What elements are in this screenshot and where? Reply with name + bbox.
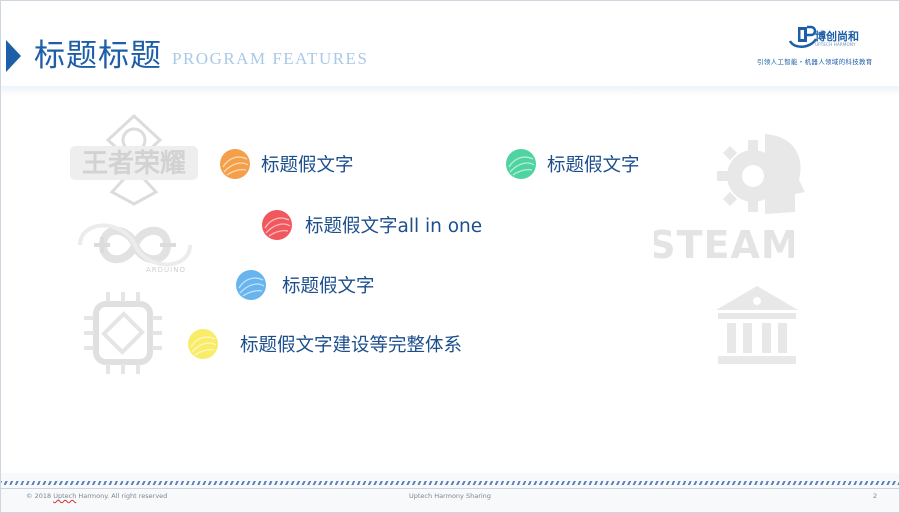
chip-logo [84,292,162,374]
steam-logo: STEAM [654,223,794,266]
brand-name-english: UPTECH HARMONY [815,42,856,47]
footer-copyright: © 2018 Uptech Harmony. All right reserve… [26,492,167,500]
feature-item[interactable]: 标题假文字all in one [260,207,482,243]
orange-scribble-bullet-icon [220,149,250,179]
honor-of-kings-logo: 王者荣耀 [70,113,198,206]
feature-label: 标题假文字all in one [305,216,483,237]
footer-stripe-decoration [0,481,900,485]
feature-label: 标题假文字 [547,155,640,176]
yellow-scribble-bullet-icon [188,329,218,359]
copyright-brand: Uptech [53,492,77,500]
feature-item[interactable]: 标题假文字 [504,146,640,182]
page-title: 标题标题 [34,38,162,74]
arduino-logo-text: ARDUINO [146,266,186,274]
feature-item[interactable]: 标题假文字 [234,267,375,303]
feature-label: 标题假文字建设等完整体系 [240,335,463,356]
brand-logo-icon [788,25,818,48]
gear-head-logo [717,134,805,214]
arduino-logo: ARDUINO [78,223,192,274]
building-logo [716,286,798,364]
page-number: 2 [873,492,878,500]
steam-logo-text: STEAM [654,223,794,266]
feature-label: 标题假文字 [282,276,375,297]
footer-divider [0,488,900,489]
feature-item[interactable]: 标题假文字 [218,146,354,182]
page-subtitle: PROGRAM FEATURES [172,49,369,68]
green-scribble-bullet-icon [506,149,536,179]
red-scribble-bullet-icon [262,210,292,240]
honor-of-kings-logo-text: 王者荣耀 [82,149,186,179]
feature-label: 标题假文字 [261,155,354,176]
slide: 王者荣耀 ARDUINO STEAM 标题标题 PROGRAM FEATURES… [0,0,900,513]
header-divider [0,86,900,96]
brand-tagline: 引领人工智能・机器人领域的科技教育 [757,58,873,66]
copyright-suffix: Harmony. All right reserved [76,492,168,500]
copyright-prefix: © 2018 [26,492,54,500]
feature-item[interactable]: 标题假文字建设等完整体系 [186,326,462,362]
blue-scribble-bullet-icon [236,270,266,300]
title-marker-triangle [6,40,21,72]
footer-center-text: Uptech Harmony Sharing [409,492,491,500]
